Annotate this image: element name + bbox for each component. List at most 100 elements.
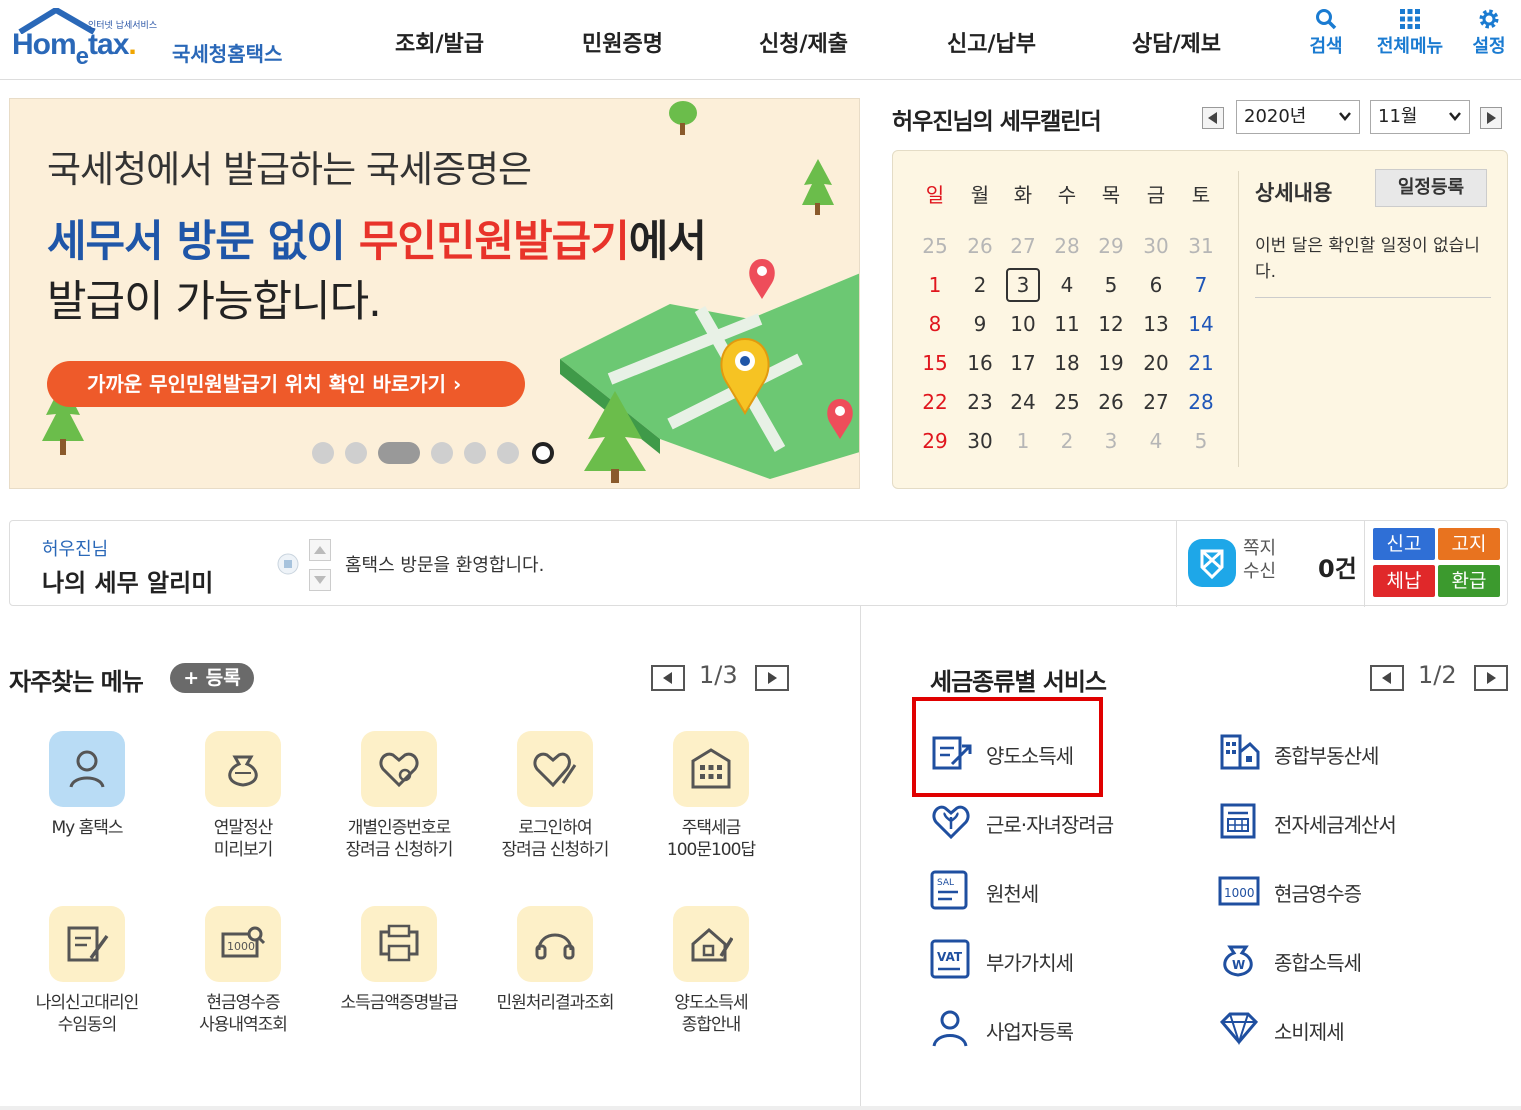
calendar-next-button[interactable]	[1480, 107, 1502, 129]
calendar-day[interactable]: 2	[963, 268, 997, 302]
calendar-day[interactable]: 1	[918, 268, 952, 302]
nav-filing[interactable]: 신고/납부	[947, 26, 1036, 58]
banner-cta-button[interactable]: 가까운 무인민원발급기 위치 확인 바로가기 ›	[47, 361, 525, 407]
tax-services-next-button[interactable]	[1474, 665, 1508, 691]
calendar-day[interactable]: 22	[918, 385, 952, 419]
search-button[interactable]: 검색	[1297, 8, 1355, 58]
slide-dot[interactable]	[497, 442, 519, 464]
fav-complaint-result[interactable]: 민원처리결과조회	[480, 906, 630, 1014]
svc-business-registration[interactable]: 사업자등록	[930, 1008, 1130, 1048]
svc-income-tax[interactable]: W 종합소득세	[1218, 939, 1418, 979]
arrears-button[interactable]: 체납	[1373, 565, 1435, 597]
calendar-day[interactable]: 25	[918, 229, 952, 263]
favorites-prev-button[interactable]	[651, 665, 685, 691]
calendar-day[interactable]: 11	[1050, 307, 1084, 341]
calendar-day[interactable]: 5	[1184, 424, 1218, 458]
month-select[interactable]: 11월	[1370, 100, 1470, 134]
calendar-day[interactable]: 27	[1139, 385, 1173, 419]
slide-dot[interactable]	[312, 442, 334, 464]
schedule-register-button[interactable]: 일정등록	[1375, 169, 1487, 207]
hometax-logo[interactable]: 인터넷 납세서비스 Hometax. 국세청홈택스	[8, 6, 308, 74]
calendar-day[interactable]: 30	[963, 424, 997, 458]
fav-cash-receipt-history[interactable]: 1000 현금영수증 사용내역조회	[168, 906, 318, 1036]
calendar-day[interactable]: 23	[963, 385, 997, 419]
svc-earned-child-incentive[interactable]: 근로·자녀장려금	[930, 801, 1130, 841]
calendar-day[interactable]: 18	[1050, 346, 1084, 380]
nav-certificates[interactable]: 민원증명	[582, 26, 663, 58]
scroll-up-icon[interactable]	[309, 539, 331, 561]
calendar-day[interactable]: 29	[1094, 229, 1128, 263]
nav-application[interactable]: 신청/제출	[759, 26, 848, 58]
salary-doc-icon: SAL	[930, 870, 968, 910]
calendar-day[interactable]: 9	[963, 307, 997, 341]
promo-banner[interactable]: 국세청에서 발급하는 국세증명은 세무서 방문 없이 무인민원발급기에서 발급이…	[9, 98, 860, 489]
svc-cash-receipt[interactable]: 1000 현금영수증	[1218, 870, 1418, 910]
fav-housing-tax-faq[interactable]: 주택세금 100문100답	[636, 731, 786, 861]
calendar-day[interactable]: 26	[963, 229, 997, 263]
calendar-day[interactable]: 20	[1139, 346, 1173, 380]
calendar-day[interactable]: 28	[1184, 385, 1218, 419]
settings-button[interactable]: 설정	[1460, 8, 1518, 58]
year-select[interactable]: 2020년	[1236, 100, 1360, 134]
scroll-down-icon[interactable]	[309, 569, 331, 591]
calendar-day[interactable]: 4	[1050, 268, 1084, 302]
favorites-next-button[interactable]	[755, 665, 789, 691]
calendar-day[interactable]: 29	[918, 424, 952, 458]
calendar-day[interactable]: 15	[918, 346, 952, 380]
calendar-day[interactable]: 3	[1094, 424, 1128, 458]
fav-login-incentive[interactable]: 로그인하여 장려금 신청하기	[480, 731, 630, 861]
calendar-day[interactable]: 6	[1139, 268, 1173, 302]
calendar-day[interactable]: 16	[963, 346, 997, 380]
tax-services-prev-button[interactable]	[1370, 665, 1404, 691]
calendar-day[interactable]: 21	[1184, 346, 1218, 380]
slide-dot[interactable]	[431, 442, 453, 464]
calendar-day[interactable]: 19	[1094, 346, 1128, 380]
pause-button[interactable]	[532, 442, 554, 464]
calendar-day[interactable]: 2	[1050, 424, 1084, 458]
calendar-day[interactable]: 17	[1006, 346, 1040, 380]
calendar-day[interactable]: 12	[1094, 307, 1128, 341]
filing-button[interactable]: 신고	[1373, 528, 1435, 560]
calendar-day[interactable]: 28	[1050, 229, 1084, 263]
svc-consumption-tax[interactable]: 소비제세	[1218, 1008, 1418, 1048]
svc-comprehensive-property-tax[interactable]: 종합부동산세	[1218, 732, 1418, 772]
svc-withholding-tax[interactable]: SAL 원천세	[930, 870, 1130, 910]
alarm-message[interactable]: 홈택스 방문을 환영합니다.	[345, 551, 544, 577]
memo-count[interactable]: 0건	[1318, 549, 1357, 584]
calendar-day[interactable]: 27	[1006, 229, 1040, 263]
fav-yearend-preview[interactable]: 연말정산 미리보기	[168, 731, 318, 861]
calendar-day[interactable]: 24	[1006, 385, 1040, 419]
calendar-day[interactable]: 14	[1184, 307, 1218, 341]
slide-dot[interactable]	[464, 442, 486, 464]
calendar-day[interactable]: 31	[1184, 229, 1218, 263]
calendar-day[interactable]: 10	[1006, 307, 1040, 341]
fav-my-hometax[interactable]: My 홈택스	[12, 731, 162, 839]
fav-agent-consent[interactable]: 나의신고대리인 수임동의	[12, 906, 162, 1036]
calendar-day[interactable]: 3	[1006, 268, 1040, 302]
slide-dot-active[interactable]	[378, 442, 420, 464]
calendar-day[interactable]: 4	[1139, 424, 1173, 458]
calendar-day[interactable]: 26	[1094, 385, 1128, 419]
nav-consult[interactable]: 상담/제보	[1132, 26, 1221, 58]
memo-icon[interactable]	[1188, 539, 1236, 587]
calendar-prev-button[interactable]	[1202, 107, 1224, 129]
fav-income-certificate[interactable]: 소득금액증명발급	[324, 906, 474, 1014]
all-menu-button[interactable]: 전체메뉴	[1370, 8, 1450, 58]
fav-cert-incentive[interactable]: 개별인증번호로 장려금 신청하기	[324, 731, 474, 861]
notice-button[interactable]: 고지	[1438, 528, 1500, 560]
favorites-register-button[interactable]: + 등록	[170, 663, 254, 693]
calendar-day[interactable]: 1	[1006, 424, 1040, 458]
nav-inquiry[interactable]: 조회/발급	[395, 26, 484, 58]
stop-icon[interactable]	[277, 553, 299, 575]
fav-transfer-tax-guide[interactable]: 양도소득세 종합안내	[636, 906, 786, 1036]
svc-vat[interactable]: VAT 부가가치세	[930, 939, 1130, 979]
calendar-day[interactable]: 8	[918, 307, 952, 341]
calendar-day[interactable]: 5	[1094, 268, 1128, 302]
calendar-day[interactable]: 25	[1050, 385, 1084, 419]
refund-button[interactable]: 환급	[1438, 565, 1500, 597]
svc-e-tax-invoice[interactable]: 전자세금계산서	[1218, 801, 1418, 841]
calendar-day[interactable]: 13	[1139, 307, 1173, 341]
calendar-day[interactable]: 30	[1139, 229, 1173, 263]
calendar-day[interactable]: 7	[1184, 268, 1218, 302]
slide-dot[interactable]	[345, 442, 367, 464]
